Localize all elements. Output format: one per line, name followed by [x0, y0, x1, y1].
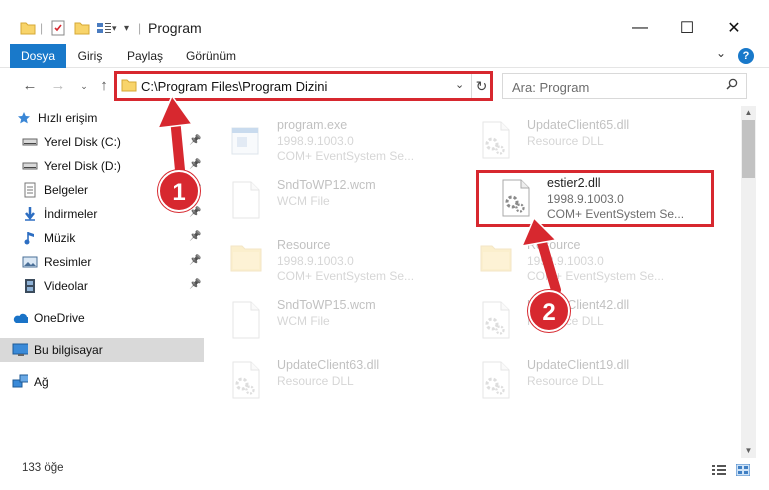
annotation-arrows [156, 94, 561, 295]
step-2-badge: 2 [528, 290, 570, 332]
file-item[interactable]: estier2.dll 1998.9.1003.0 COM+ EventSystem… [475, 170, 725, 221]
arrow-2 [535, 231, 561, 295]
step-1-badge: 1 [158, 170, 200, 212]
arrow-1-head [156, 94, 194, 129]
file-detail: 1998.9.1003.0 [547, 192, 624, 206]
file-name: estier2.dll [547, 176, 601, 190]
arrow-2-head [520, 216, 558, 247]
file-description: COM+ EventSystem Se... [547, 207, 685, 221]
dll-file-icon [499, 178, 537, 220]
